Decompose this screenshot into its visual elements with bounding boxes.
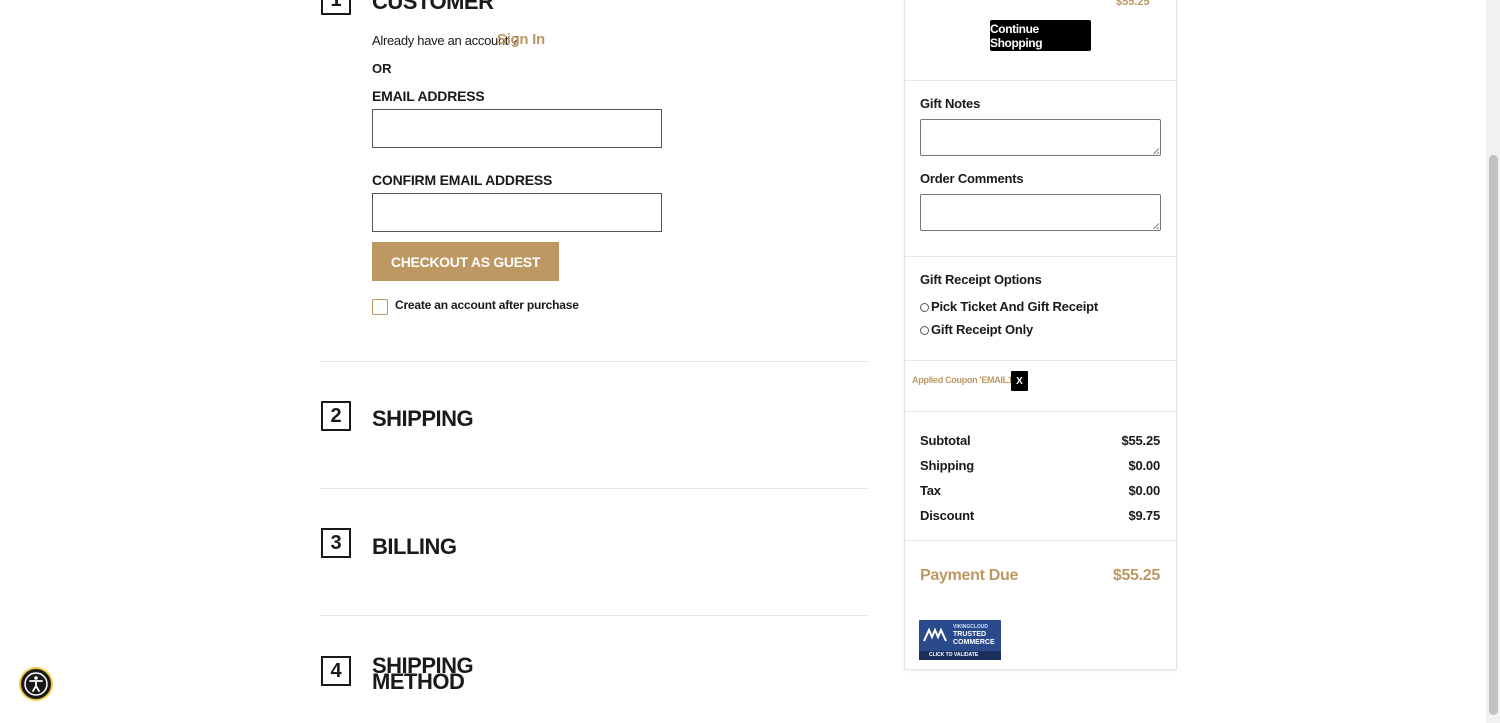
shipping-value: $0.00 [1128, 458, 1160, 473]
sign-in-link[interactable]: Sign In [497, 31, 545, 48]
panel-divider [905, 360, 1176, 361]
panel-divider [905, 256, 1176, 257]
panel-divider [905, 540, 1176, 541]
badge-line-2: TRUSTED [953, 631, 987, 638]
step-3-title[interactable]: BILLING [372, 536, 457, 558]
or-label: OR [372, 61, 392, 76]
confirm-email-label: CONFIRM EMAIL ADDRESS [372, 172, 553, 188]
subtotal-label: Subtotal [920, 433, 971, 448]
discount-value: $9.75 [1128, 508, 1160, 523]
resize-grip-icon [1152, 222, 1159, 229]
vikingcloud-logo-icon [923, 627, 947, 642]
continue-shopping-button[interactable]: Continue Shopping [990, 20, 1091, 51]
section-divider [321, 361, 868, 362]
gift-notes-textarea[interactable] [920, 119, 1161, 156]
gift-option-label-1[interactable]: Pick Ticket And Gift Receipt [931, 299, 1098, 314]
accessibility-button[interactable] [19, 667, 53, 701]
step-1-number: 1 [321, 0, 351, 15]
create-account-label: Create an account after purchase [395, 298, 579, 312]
page-scrollbar-thumb[interactable] [1489, 155, 1498, 715]
subtotal-value: $55.25 [1121, 433, 1160, 448]
email-field[interactable] [372, 109, 662, 148]
step-4-title-line2[interactable]: METHOD [372, 671, 465, 693]
checkout-as-guest-button[interactable]: CHECKOUT AS GUEST [372, 242, 559, 281]
shipping-label: Shipping [920, 458, 974, 473]
gift-receipt-title: Gift Receipt Options [920, 272, 1042, 287]
section-divider [321, 615, 868, 616]
resize-grip-icon [1152, 147, 1159, 154]
trusted-commerce-badge[interactable]: VIKINGCLOUD TRUSTED COMMERCE CLICK TO VA… [919, 620, 1001, 660]
section-divider [321, 488, 868, 489]
accessibility-icon [24, 672, 48, 696]
confirm-email-field[interactable] [372, 193, 662, 232]
order-comments-label: Order Comments [920, 171, 1024, 186]
panel-divider [905, 411, 1176, 412]
remove-coupon-button[interactable]: X [1011, 371, 1028, 391]
applied-coupon-text: Applied Coupon 'EMAIL15' [912, 375, 1020, 385]
item-price: $55.25 [1116, 0, 1150, 8]
tax-label: Tax [920, 483, 941, 498]
panel-divider [905, 80, 1176, 81]
badge-line-3: COMMERCE [953, 639, 995, 646]
step-2-title[interactable]: SHIPPING [372, 408, 474, 430]
step-3-number: 3 [321, 528, 351, 558]
step-1-title: CUSTOMER [372, 0, 494, 14]
badge-line-4: CLICK TO VALIDATE [929, 652, 979, 658]
gift-option-radio-2[interactable] [920, 326, 929, 335]
gift-option-label-2[interactable]: Gift Receipt Only [931, 322, 1033, 337]
discount-label: Discount [920, 508, 975, 523]
payment-due-label: Payment Due [920, 567, 1019, 584]
payment-due-value: $55.25 [1112, 567, 1160, 584]
step-2-number: 2 [321, 401, 351, 431]
create-account-checkbox[interactable] [372, 299, 388, 315]
step-4-number: 4 [321, 656, 351, 686]
gift-option-radio-1[interactable] [920, 303, 929, 312]
gift-notes-label: Gift Notes [920, 96, 981, 111]
badge-line-1: VIKINGCLOUD [953, 624, 988, 630]
order-comments-textarea[interactable] [920, 194, 1161, 231]
email-label: EMAIL ADDRESS [372, 88, 485, 104]
tax-value: $0.00 [1128, 483, 1160, 498]
